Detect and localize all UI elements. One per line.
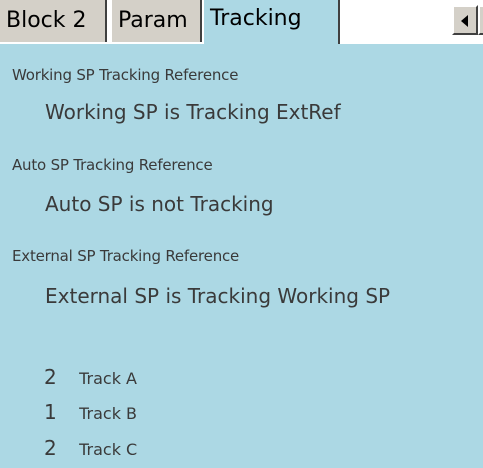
track-b-value: 1 <box>44 400 57 424</box>
external-sp-heading: External SP Tracking Reference <box>12 247 240 265</box>
tab-block-2[interactable]: Block 2 <box>0 0 107 42</box>
triangle-left-icon <box>461 15 468 27</box>
external-sp-status: External SP is Tracking Working SP <box>45 284 391 308</box>
track-b-label: Track B <box>79 404 138 423</box>
track-a-value: 2 <box>44 365 57 389</box>
working-sp-heading: Working SP Tracking Reference <box>12 66 239 84</box>
tab-param[interactable]: Param <box>110 0 202 42</box>
track-a-label: Track A <box>79 369 137 388</box>
tab-scroll-left-button[interactable] <box>452 5 478 35</box>
auto-sp-status: Auto SP is not Tracking <box>45 192 274 216</box>
track-row-a: 2 Track A <box>44 365 137 389</box>
track-row-c: 2 Track C <box>44 436 137 460</box>
track-c-label: Track C <box>79 440 138 459</box>
tab-scroll-right-button[interactable] <box>478 5 483 35</box>
tab-tracking[interactable]: Tracking <box>204 0 340 46</box>
working-sp-status: Working SP is Tracking ExtRef <box>45 100 341 124</box>
auto-sp-heading: Auto SP Tracking Reference <box>12 156 213 174</box>
tab-bar: Block 2 Param Tracking <box>0 0 483 46</box>
track-row-b: 1 Track B <box>44 400 137 424</box>
track-c-value: 2 <box>44 436 57 460</box>
tracking-panel: Working SP Tracking Reference Working SP… <box>0 44 483 468</box>
